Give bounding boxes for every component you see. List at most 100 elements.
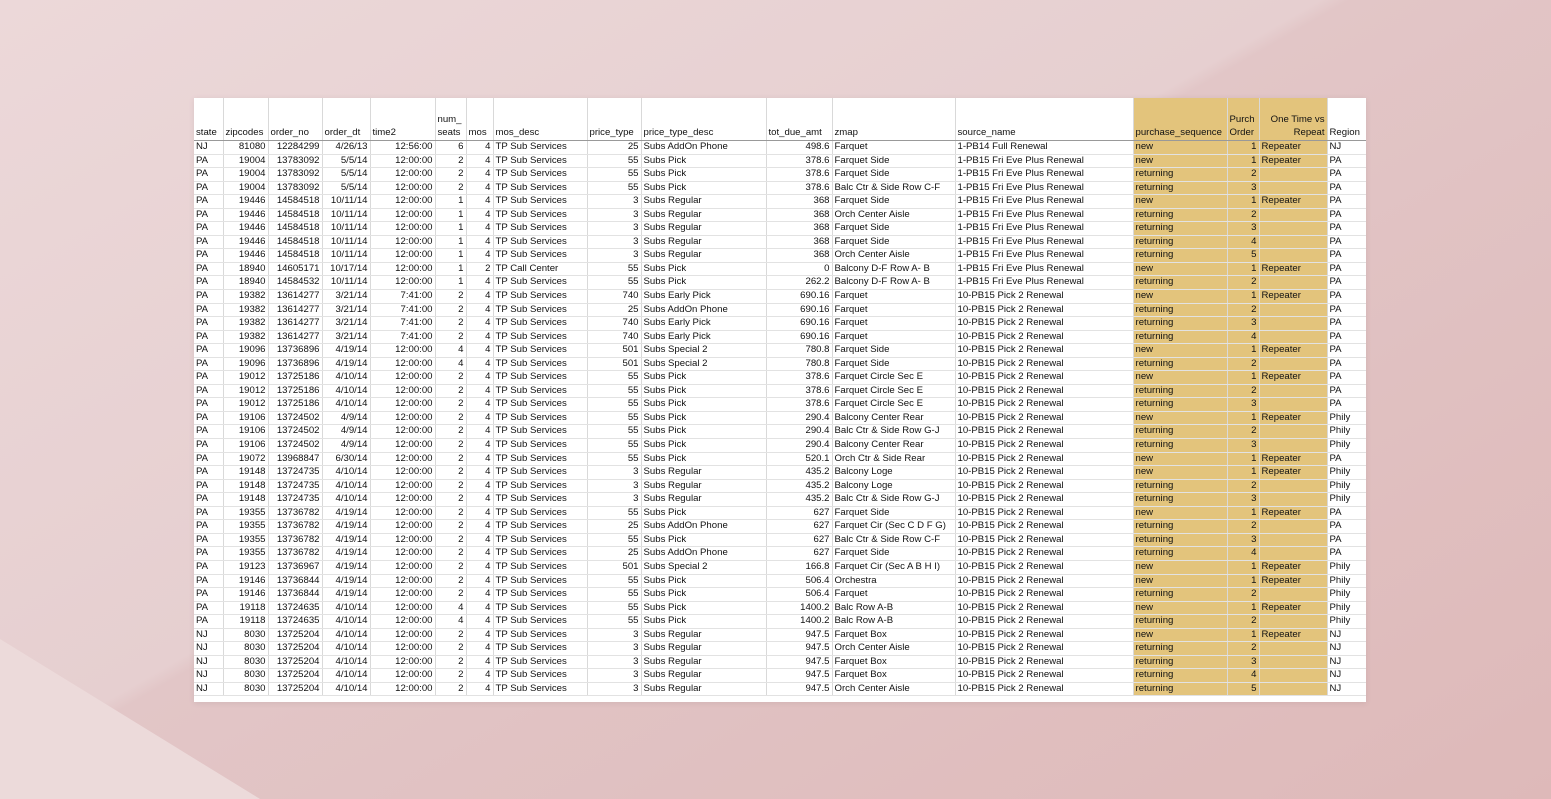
table-cell[interactable]: 690.16 [766,330,833,345]
table-cell[interactable]: 740 [587,330,642,345]
table-cell[interactable] [1259,248,1328,263]
table-cell[interactable]: TP Sub Services [493,519,588,534]
table-cell[interactable]: PA [194,167,224,182]
table-cell[interactable]: 1 [1227,574,1260,589]
table-cell[interactable]: 4/9/14 [322,438,371,453]
table-cell[interactable]: new [1133,465,1228,480]
table-cell[interactable]: Balcony D-F Row A- B [832,275,956,290]
table-cell[interactable]: new [1133,452,1228,467]
table-cell[interactable]: 4 [466,370,494,385]
table-cell[interactable]: 55 [587,384,642,399]
table-cell[interactable]: 4 [466,465,494,480]
table-cell[interactable]: 2 [1227,275,1260,290]
table-cell[interactable]: 12:00:00 [370,397,436,412]
table-cell[interactable]: 3/21/14 [322,316,371,331]
table-cell[interactable]: 1400.2 [766,601,833,616]
table-cell[interactable]: Repeater [1259,628,1328,643]
table-cell[interactable]: 2 [435,181,467,196]
table-cell[interactable]: 1 [435,248,467,263]
table-cell[interactable]: 14584518 [268,221,323,236]
table-cell[interactable]: 4/10/14 [322,479,371,494]
table-cell[interactable]: 10/11/14 [322,248,371,263]
col-header-mos-desc[interactable]: mos_desc [493,98,588,141]
table-cell[interactable]: 13725204 [268,682,323,697]
table-cell[interactable]: 13736967 [268,560,323,575]
table-cell[interactable]: new [1133,343,1228,358]
table-cell[interactable]: PA [194,452,224,467]
table-cell[interactable]: 1-PB15 Fri Eve Plus Renewal [955,181,1134,196]
table-cell[interactable]: 19355 [223,546,269,561]
table-cell[interactable]: 19123 [223,560,269,575]
table-cell[interactable]: 3/21/14 [322,330,371,345]
table-cell[interactable]: 12:00:00 [370,628,436,643]
table-cell[interactable]: TP Sub Services [493,601,588,616]
table-cell[interactable]: 55 [587,601,642,616]
table-row[interactable]: PA 19148 13724735 4/10/14 12:00:00 2 4 TP Sub S… [194,492,1366,507]
table-cell[interactable]: 13614277 [268,316,323,331]
table-cell[interactable]: 1-PB15 Fri Eve Plus Renewal [955,167,1134,182]
table-cell[interactable]: 780.8 [766,357,833,372]
table-cell[interactable]: 506.4 [766,587,833,602]
table-row[interactable]: PA 18940 14605171 10/17/14 12:00:00 1 2 TP Call… [194,262,1366,277]
table-cell[interactable]: 4/19/14 [322,546,371,561]
table-cell[interactable]: 627 [766,519,833,534]
table-cell[interactable]: 262.2 [766,275,833,290]
table-cell[interactable]: 12:00:00 [370,465,436,480]
table-cell[interactable]: 4 [466,587,494,602]
table-cell[interactable]: 12:00:00 [370,533,436,548]
table-cell[interactable]: NJ [1327,641,1366,656]
table-cell[interactable]: 10/11/14 [322,235,371,250]
table-row[interactable]: PA 19106 13724502 4/9/14 12:00:00 2 4 TP Sub Se… [194,438,1366,453]
table-cell[interactable]: 947.5 [766,628,833,643]
table-cell[interactable]: 12:00:00 [370,601,436,616]
table-cell[interactable]: 2 [1227,587,1260,602]
table-cell[interactable]: PA [1327,235,1366,250]
table-cell[interactable]: TP Sub Services [493,479,588,494]
table-cell[interactable]: Subs Pick [641,262,767,277]
table-cell[interactable]: 1 [435,235,467,250]
table-cell[interactable]: Repeater [1259,465,1328,480]
table-cell[interactable]: TP Sub Services [493,668,588,683]
table-cell[interactable]: 10-PB15 Pick 2 Renewal [955,452,1134,467]
table-cell[interactable]: 1-PB15 Fri Eve Plus Renewal [955,221,1134,236]
table-cell[interactable]: 2 [435,303,467,318]
table-cell[interactable]: 4 [466,221,494,236]
table-cell[interactable]: 25 [587,546,642,561]
table-cell[interactable]: Subs Regular [641,655,767,670]
table-cell[interactable]: 13736782 [268,533,323,548]
table-cell[interactable]: NJ [194,655,224,670]
table-cell[interactable]: 4 [466,519,494,534]
table-cell[interactable]: 10/11/14 [322,208,371,223]
table-cell[interactable]: 368 [766,221,833,236]
table-cell[interactable]: 4 [466,574,494,589]
table-cell[interactable]: 2 [435,154,467,169]
table-cell[interactable]: 2 [1227,357,1260,372]
table-cell[interactable]: 3 [587,655,642,670]
table-cell[interactable]: 368 [766,208,833,223]
table-cell[interactable]: 55 [587,397,642,412]
table-cell[interactable]: 501 [587,560,642,575]
table-cell[interactable]: 4/10/14 [322,397,371,412]
table-cell[interactable]: 1 [435,208,467,223]
table-cell[interactable]: 10-PB15 Pick 2 Renewal [955,303,1134,318]
table-cell[interactable]: 14584518 [268,235,323,250]
table-row[interactable]: PA 19382 13614277 3/21/14 7:41:00 2 4 TP Sub Se… [194,330,1366,345]
table-cell[interactable]: PA [194,424,224,440]
table-cell[interactable]: Phily [1327,438,1366,453]
table-cell[interactable]: 13724735 [268,479,323,494]
table-cell[interactable]: 2 [1227,384,1260,399]
table-cell[interactable]: Subs Pick [641,574,767,589]
table-cell[interactable]: Subs Pick [641,452,767,467]
table-cell[interactable]: 4 [466,506,494,521]
table-cell[interactable]: 947.5 [766,668,833,683]
table-row[interactable]: NJ 8030 13725204 4/10/14 12:00:00 2 4 TP Sub Se… [194,641,1366,656]
table-cell[interactable]: 12:00:00 [370,574,436,589]
table-cell[interactable]: TP Sub Services [493,628,588,643]
table-cell[interactable]: new [1133,574,1228,589]
table-cell[interactable]: 10-PB15 Pick 2 Renewal [955,546,1134,561]
table-cell[interactable]: 19148 [223,479,269,494]
table-cell[interactable]: TP Sub Services [493,289,588,304]
col-header-time2[interactable]: time2 [370,98,436,141]
table-cell[interactable]: TP Sub Services [493,357,588,372]
table-cell[interactable]: 14584532 [268,275,323,290]
